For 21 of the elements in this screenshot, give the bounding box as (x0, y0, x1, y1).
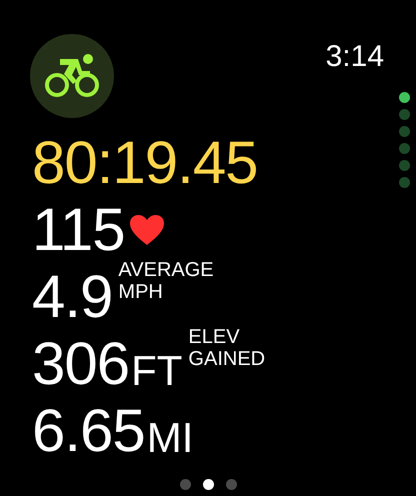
page-dot[interactable] (180, 479, 190, 490)
page-dot[interactable] (399, 109, 410, 120)
page-dot[interactable] (399, 143, 410, 154)
metric-label: AVERAGE MPH (118, 259, 214, 303)
page-dot[interactable] (202, 479, 214, 490)
page-dot[interactable] (226, 479, 236, 490)
page-dot[interactable] (399, 160, 410, 171)
metric-value: 306 (32, 334, 130, 394)
unit-label: MI (146, 417, 194, 459)
cyclist-icon (44, 53, 100, 99)
clock-time: 3:14 (326, 40, 384, 74)
metric-label: ELEV GAINED (188, 326, 266, 370)
page-dot[interactable] (399, 177, 410, 188)
unit-label: FT (131, 350, 182, 392)
heart-rate: 115 (32, 200, 125, 260)
metric-value: 4.9 (32, 267, 112, 327)
page-dot[interactable] (399, 92, 410, 103)
metric-value: 6.65 (32, 401, 145, 461)
heart-icon (128, 214, 165, 246)
page-dot[interactable] (399, 126, 410, 137)
elapsed-time: 80:19.45 (32, 133, 258, 193)
